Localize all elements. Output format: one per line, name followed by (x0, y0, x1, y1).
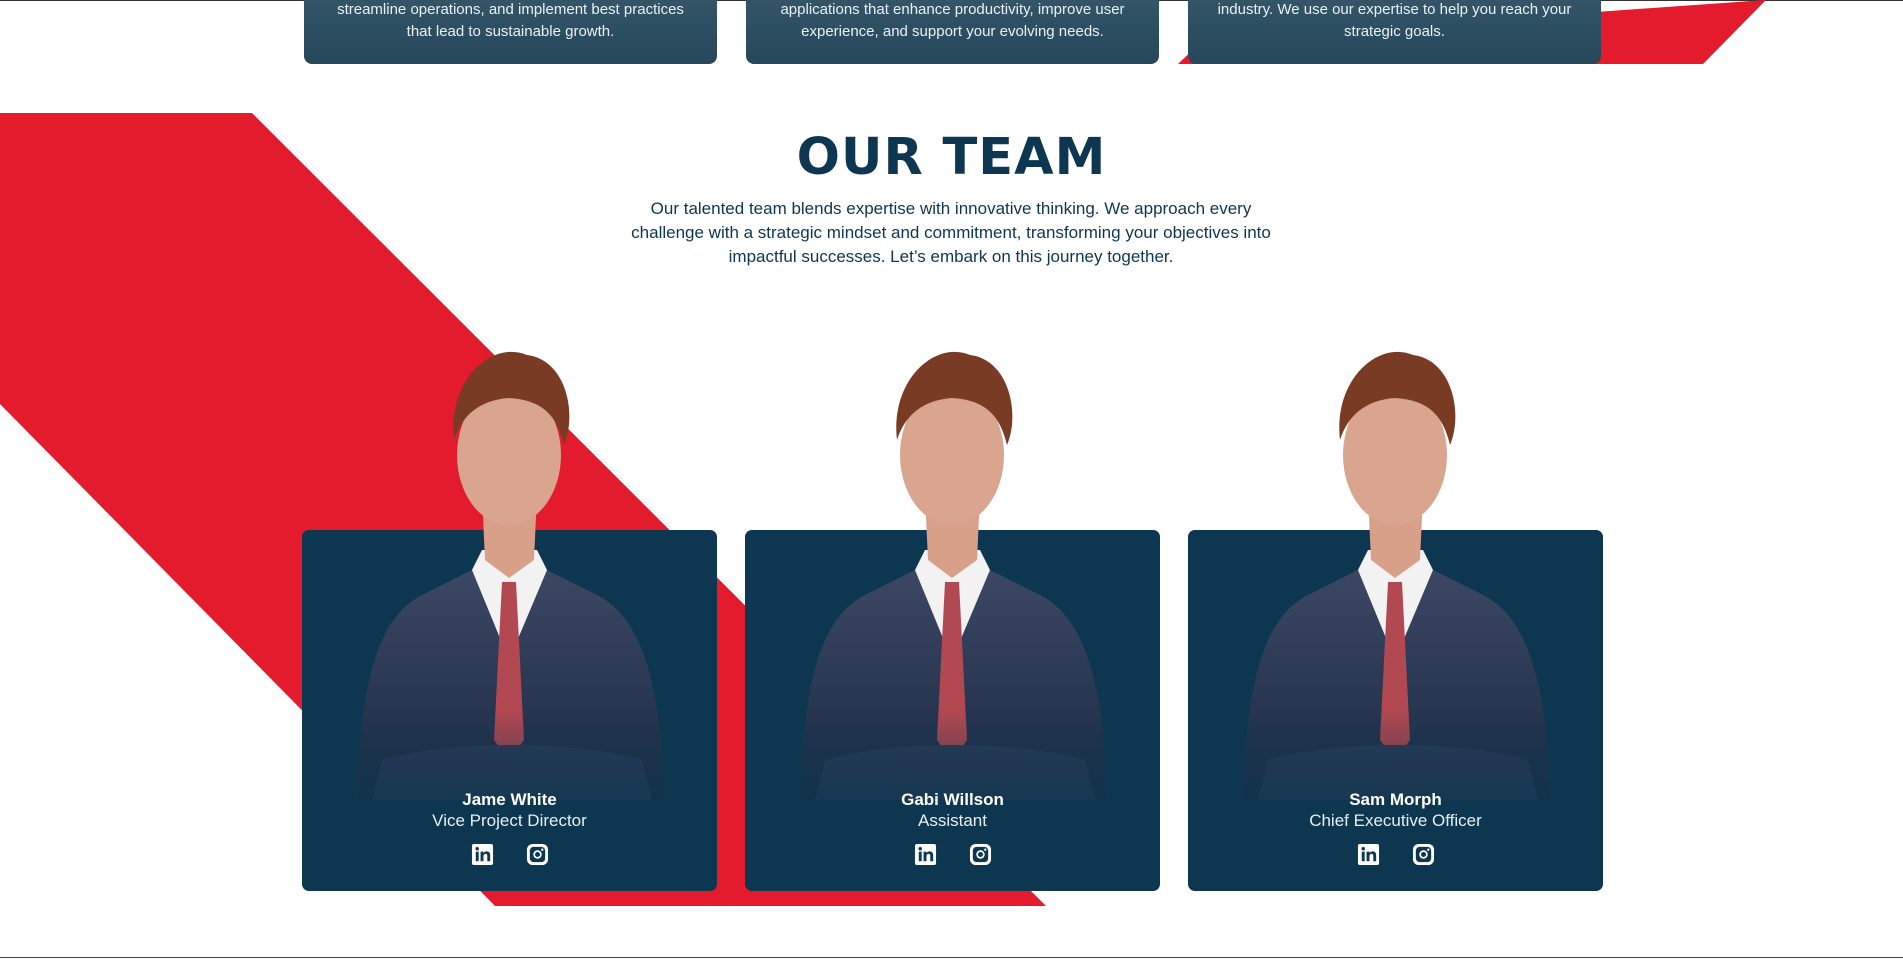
instagram-icon[interactable] (1412, 843, 1435, 866)
member-role: Chief Executive Officer (1309, 811, 1482, 830)
service-card-3-line-2: strategic goals. (1344, 23, 1445, 40)
team-section-title: OUR TEAM (796, 128, 1107, 187)
team-member-card: Jame White Vice Project Director (302, 320, 717, 891)
member-social-links (1188, 843, 1603, 866)
service-card-1-line-1: streamline operations, and implement bes… (337, 1, 684, 18)
member-name: Jame White (462, 790, 557, 809)
member-portrait-image (302, 320, 717, 840)
member-social-links (745, 843, 1160, 866)
linkedin-icon[interactable] (471, 843, 494, 866)
team-section-description: Our talented team blends expertise with … (631, 199, 1271, 266)
service-card-2: applications that enhance productivity, … (746, 0, 1159, 64)
team-member-card: Gabi Willson Assistant (745, 320, 1160, 891)
instagram-icon[interactable] (526, 843, 549, 866)
member-role: Assistant (918, 811, 987, 830)
service-card-1: streamline operations, and implement bes… (304, 0, 717, 64)
member-name: Gabi Willson (901, 790, 1004, 809)
linkedin-icon[interactable] (1357, 843, 1380, 866)
service-card-3: industry. We use our expertise to help y… (1188, 0, 1601, 64)
team-member-card: Sam Morph Chief Executive Officer (1188, 320, 1603, 891)
service-card-3-line-1: industry. We use our expertise to help y… (1217, 1, 1572, 18)
member-name: Sam Morph (1349, 790, 1442, 809)
member-portrait-image (1188, 320, 1603, 840)
member-social-links (302, 843, 717, 866)
instagram-icon[interactable] (969, 843, 992, 866)
service-card-2-line-1: applications that enhance productivity, … (780, 1, 1125, 18)
member-role: Vice Project Director (432, 811, 587, 830)
linkedin-icon[interactable] (914, 843, 937, 866)
member-portrait-image (745, 320, 1160, 840)
service-card-1-line-2: that lead to sustainable growth. (406, 23, 615, 40)
bottom-border (0, 957, 1903, 958)
service-card-2-line-2: experience, and support your evolving ne… (801, 23, 1104, 40)
